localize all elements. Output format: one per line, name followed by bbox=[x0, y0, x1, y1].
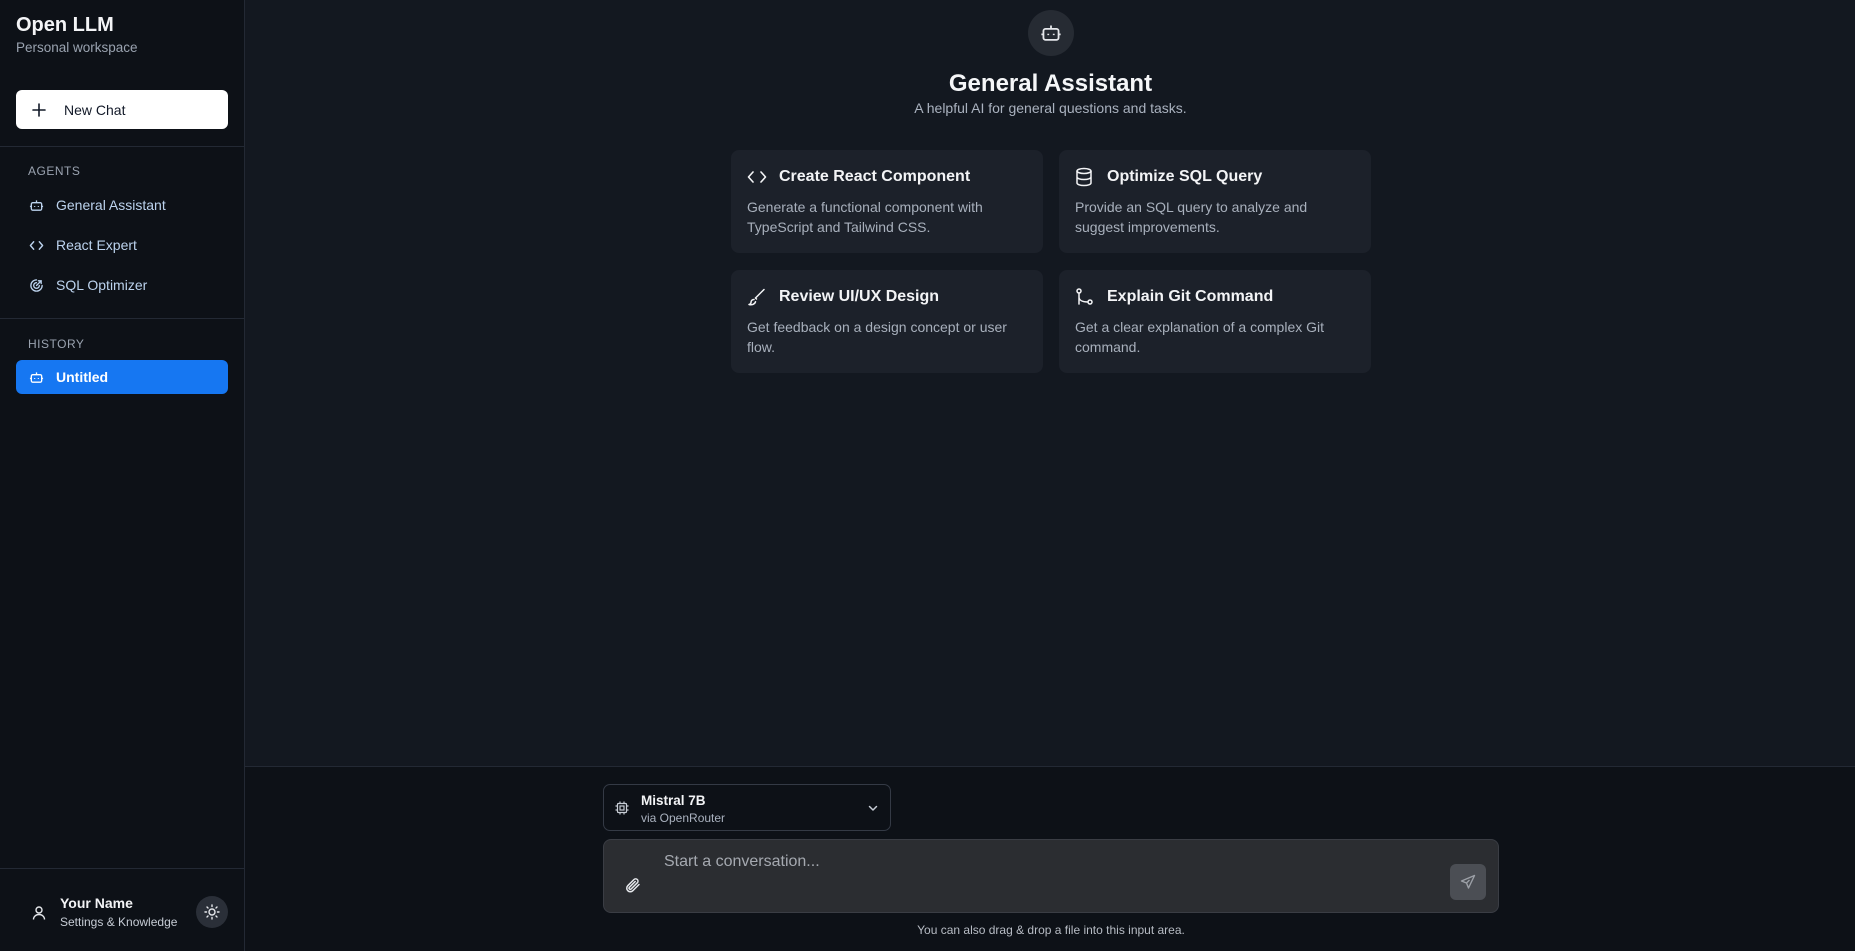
settings-knowledge-link[interactable]: Settings & Knowledge bbox=[60, 915, 177, 929]
code-icon bbox=[747, 167, 769, 187]
app-title: Open LLM bbox=[16, 14, 114, 36]
history-item-label: Untitled bbox=[56, 369, 109, 385]
paperclip-icon[interactable] bbox=[624, 876, 642, 894]
suggestion-card-ui-ux-design[interactable]: Review UI/UX Design Get feedback on a de… bbox=[731, 270, 1043, 373]
agent-description: A helpful AI for general questions and t… bbox=[914, 100, 1187, 116]
divider bbox=[0, 318, 245, 319]
suggestion-description: Provide an SQL query to analyze and sugg… bbox=[1075, 199, 1308, 235]
cpu-chip-icon bbox=[615, 801, 629, 815]
suggestion-description: Generate a functional component with Typ… bbox=[747, 199, 983, 235]
sidebar-item-label: SQL Optimizer bbox=[56, 277, 148, 293]
database-gauge-icon bbox=[28, 277, 44, 293]
database-icon bbox=[1075, 167, 1097, 187]
history-item-untitled[interactable]: Untitled bbox=[16, 360, 228, 394]
robot-icon bbox=[28, 197, 44, 213]
code-icon bbox=[28, 237, 44, 253]
sidebar-item-label: React Expert bbox=[56, 237, 137, 253]
user-icon bbox=[32, 906, 46, 920]
suggestion-title: Explain Git Command bbox=[1107, 288, 1274, 305]
model-name: Mistral 7B bbox=[641, 793, 706, 808]
agent-avatar bbox=[1028, 10, 1074, 56]
suggestion-card-git-command[interactable]: Explain Git Command Get a clear explanat… bbox=[1059, 270, 1371, 373]
robot-icon bbox=[28, 369, 44, 385]
suggestion-title: Review UI/UX Design bbox=[779, 288, 940, 305]
user-profile[interactable]: Your Name Settings & Knowledge bbox=[0, 868, 245, 951]
message-input[interactable] bbox=[664, 850, 1424, 874]
model-provider: via OpenRouter bbox=[641, 811, 726, 825]
brush-icon bbox=[747, 287, 769, 307]
divider bbox=[0, 146, 245, 147]
suggestion-card-sql-query[interactable]: Optimize SQL Query Provide an SQL query … bbox=[1059, 150, 1371, 253]
suggestion-card-react-component[interactable]: Create React Component Generate a functi… bbox=[731, 150, 1043, 253]
sidebar-item-general-assistant[interactable]: General Assistant bbox=[16, 188, 228, 222]
git-branch-icon bbox=[1075, 287, 1097, 307]
suggestion-title: Optimize SQL Query bbox=[1107, 168, 1263, 185]
sun-icon bbox=[204, 904, 220, 920]
agents-heading: AGENTS bbox=[28, 164, 81, 178]
message-composer bbox=[603, 839, 1499, 913]
sidebar-item-label: General Assistant bbox=[56, 197, 166, 213]
sidebar-item-sql-optimizer[interactable]: SQL Optimizer bbox=[16, 268, 228, 302]
workspace-subtitle: Personal workspace bbox=[16, 40, 138, 55]
sidebar: Open LLM Personal workspace New Chat AGE… bbox=[0, 0, 245, 951]
send-button[interactable] bbox=[1450, 864, 1486, 900]
robot-icon bbox=[1041, 25, 1061, 41]
suggestion-description: Get a clear explanation of a complex Git… bbox=[1075, 319, 1325, 355]
sidebar-item-react-expert[interactable]: React Expert bbox=[16, 228, 228, 262]
send-icon bbox=[1460, 874, 1476, 889]
history-heading: HISTORY bbox=[28, 337, 85, 351]
chevron-down-icon bbox=[868, 805, 878, 811]
theme-toggle-button[interactable] bbox=[196, 896, 228, 928]
model-selector[interactable]: Mistral 7B via OpenRouter bbox=[603, 784, 891, 831]
drag-drop-hint: You can also drag & drop a file into thi… bbox=[917, 923, 1185, 937]
user-name: Your Name bbox=[60, 895, 133, 911]
suggestion-description: Get feedback on a design concept or user… bbox=[747, 319, 1007, 355]
agent-title: General Assistant bbox=[948, 70, 1153, 97]
suggestion-title: Create React Component bbox=[779, 168, 971, 185]
